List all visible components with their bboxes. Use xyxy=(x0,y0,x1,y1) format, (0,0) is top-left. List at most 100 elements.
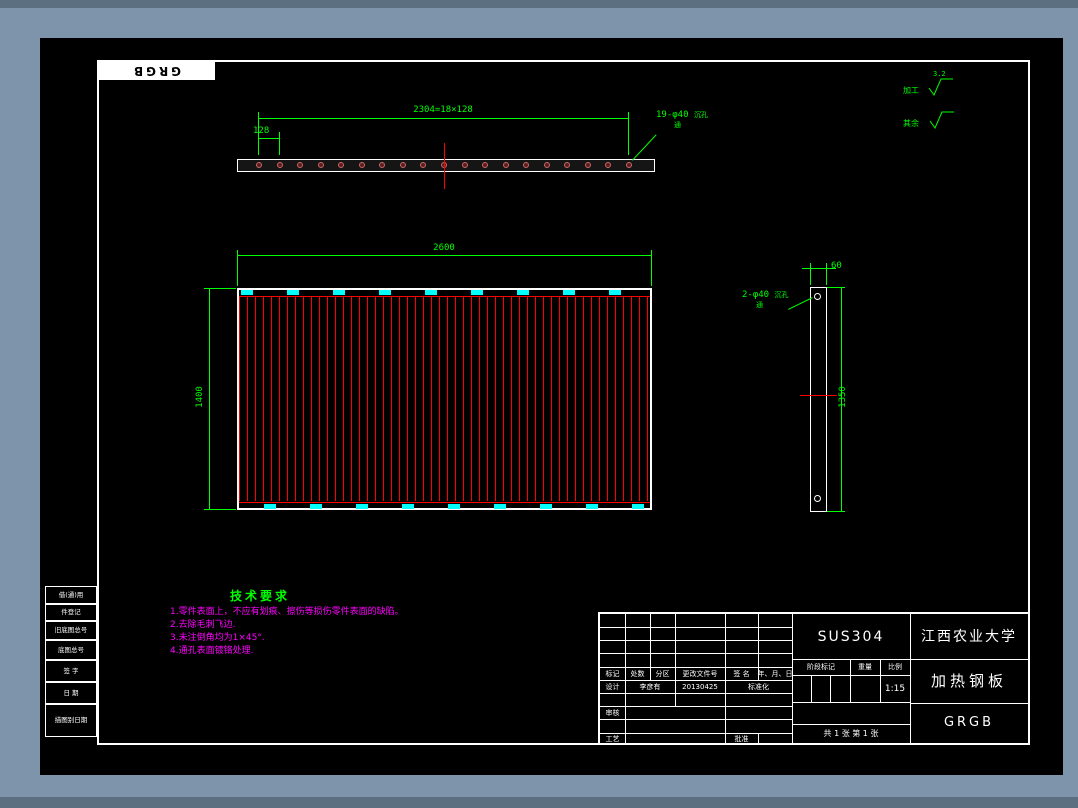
material-label: SUS304 xyxy=(817,628,885,645)
hole-marker xyxy=(358,162,365,168)
review-label: 审核 xyxy=(605,708,620,717)
front-view-bottom-slots xyxy=(241,504,648,509)
hole-marker xyxy=(584,162,591,168)
drawing-line xyxy=(600,653,792,654)
left-panel-cell-base-no: 底图总号 xyxy=(45,640,97,660)
sheet-code-stamp: GRGB xyxy=(97,62,215,80)
front-view-ribs xyxy=(239,297,650,501)
side-hole-note: 2-φ40 沉孔 通 xyxy=(742,290,789,309)
top-chrome-bar xyxy=(0,0,1078,8)
drawing-line xyxy=(830,675,831,702)
front-view-top-rib-line xyxy=(239,296,650,297)
tech-requirement-3: 3.未注倒角均为1×45°. xyxy=(170,633,265,643)
roughness-symbol-icon xyxy=(928,78,953,97)
drawing-code-label: GRGB xyxy=(943,715,995,730)
drawing-line xyxy=(758,733,759,743)
drawing-line xyxy=(600,706,792,707)
tech-requirements-title: 技术要求 xyxy=(230,589,291,603)
left-panel-cell-trace-date: 描图别日期 xyxy=(45,704,97,737)
hole-marker xyxy=(543,162,550,168)
rev-header-zone: 分区 xyxy=(655,669,670,678)
hole-marker xyxy=(420,162,427,168)
approve-label: 批准 xyxy=(734,735,749,743)
side-width-dim: 60 xyxy=(831,261,842,271)
tech-requirement-1: 1.零件表面上，不应有划痕、擦伤等损伤零件表面的缺陷。 xyxy=(170,607,404,617)
drawing-line xyxy=(628,112,629,155)
stage-mark-label: 阶段标记 xyxy=(807,663,835,671)
strip-hole-note: 19-φ40 沉孔 通 xyxy=(656,110,708,129)
rev-header-sign: 签 名 xyxy=(733,669,750,678)
drawing-line xyxy=(811,675,812,702)
strip-total-dim: 2304=18×128 xyxy=(413,105,473,115)
front-view-bottom-rib-line xyxy=(239,502,650,503)
scale-value: 1:15 xyxy=(884,683,906,694)
drawing-line xyxy=(600,693,792,694)
side-view-bottom-hole xyxy=(814,495,821,502)
cad-drawing-view: GRGB 借(通)用 件登记 旧底图总号 底图总号 签 字 日 期 描图别日期 … xyxy=(0,0,1078,808)
drawing-line xyxy=(810,263,811,285)
left-panel-cell-borrow: 借(通)用 xyxy=(45,586,97,604)
drawing-line xyxy=(258,118,628,119)
front-view-top-slots xyxy=(241,290,648,295)
design-date: 20130425 xyxy=(682,682,718,691)
hole-marker xyxy=(399,162,406,168)
tech-requirement-2: 2.去除毛刺飞边. xyxy=(170,620,236,630)
drawing-line xyxy=(237,255,652,256)
side-view-top-hole xyxy=(814,293,821,300)
design-label: 设计 xyxy=(605,682,620,691)
hole-marker xyxy=(297,162,304,168)
hole-marker xyxy=(317,162,324,168)
sheet-info: 共 1 张 第 1 张 xyxy=(823,728,879,738)
hole-marker xyxy=(256,162,262,168)
top-view-strip xyxy=(237,159,655,172)
sheet-code-stamp-label: GRGB xyxy=(130,64,182,78)
designer-name: 李彦有 xyxy=(639,682,661,691)
rev-header-docno: 更改文件号 xyxy=(682,669,718,678)
left-panel-cell-old-base-no: 旧底图总号 xyxy=(45,621,97,640)
left-panel-cell-signature: 签 字 xyxy=(45,660,97,682)
front-height-dim: 1400 xyxy=(195,386,205,408)
scale-label: 比例 xyxy=(888,663,902,671)
roughness-rest-symbol-icon xyxy=(929,111,954,130)
drawing-line xyxy=(600,719,792,720)
rev-header-mark: 标记 xyxy=(605,669,620,678)
side-height-dim: 1350 xyxy=(838,386,848,408)
finish-machined-label: 加工 xyxy=(903,86,919,95)
drawing-line xyxy=(600,627,792,628)
hole-marker xyxy=(482,162,489,168)
strip-pitch-dim: 128 xyxy=(253,126,270,136)
left-panel-cell-date: 日 期 xyxy=(45,682,97,704)
hole-marker xyxy=(564,162,571,168)
hole-marker xyxy=(625,162,632,168)
hole-marker xyxy=(379,162,386,168)
front-width-dim: 2600 xyxy=(433,243,455,253)
title-block: SUS304 江西农业大学 加热钢板 GRGB 阶段标记 重量 比例 1:15 … xyxy=(598,612,1030,745)
process-label: 工艺 xyxy=(605,735,620,743)
drawing-line xyxy=(600,640,792,641)
hole-marker xyxy=(461,162,468,168)
side-view-bar xyxy=(810,287,827,512)
tech-requirement-4: 4.通孔表面镀铬处理. xyxy=(170,646,254,656)
hole-marker xyxy=(523,162,530,168)
strip-centerline xyxy=(444,143,445,189)
finish-rest-label: 其余 xyxy=(903,119,919,128)
weight-label: 重量 xyxy=(858,663,872,671)
drawing-line xyxy=(827,511,845,512)
hole-marker xyxy=(605,162,612,168)
drawing-line xyxy=(826,263,827,285)
drawing-line xyxy=(209,288,210,510)
drawing-line xyxy=(258,138,279,139)
drawing-line xyxy=(279,132,280,155)
bottom-chrome-bar xyxy=(0,797,1078,808)
left-panel-cell-register: 件登记 xyxy=(45,604,97,621)
rev-header-count: 处数 xyxy=(630,669,645,678)
part-name-label: 加热钢板 xyxy=(930,672,1007,690)
hole-marker xyxy=(276,162,283,168)
side-view-centerline xyxy=(800,395,837,396)
rev-header-date: 年、月、日 xyxy=(757,669,793,678)
standardization-label: 标准化 xyxy=(748,682,769,691)
drawing-line xyxy=(827,287,845,288)
hole-marker xyxy=(338,162,345,168)
organization-label: 江西农业大学 xyxy=(921,628,1017,645)
drawing-line xyxy=(792,702,910,703)
